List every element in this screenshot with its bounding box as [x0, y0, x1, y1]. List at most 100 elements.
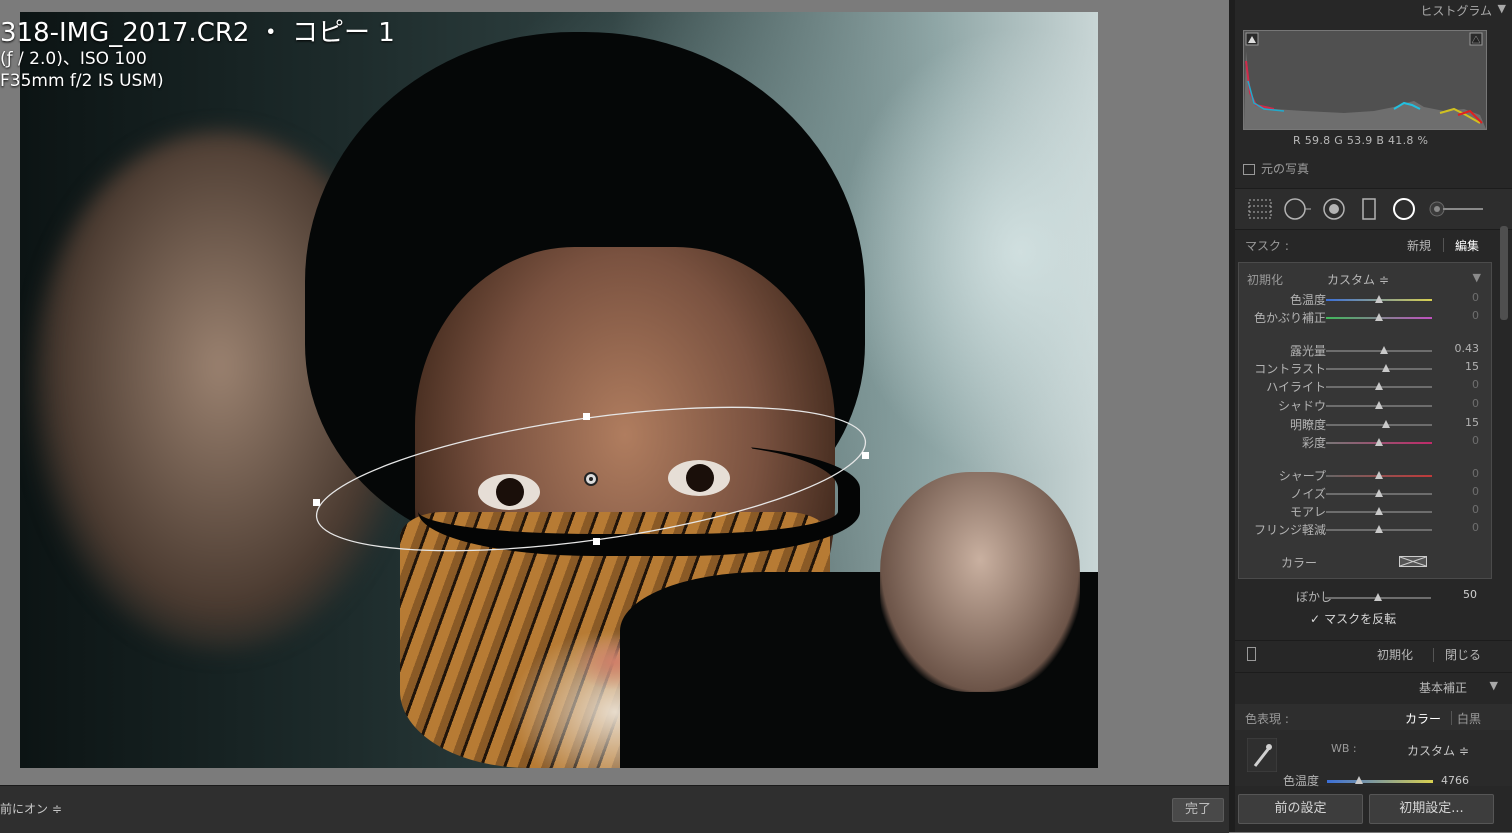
slider-track[interactable]: [1326, 525, 1432, 533]
radial-filter-icon[interactable]: [1391, 197, 1417, 221]
slider-value[interactable]: 0: [1472, 521, 1479, 534]
effect-collapse-icon[interactable]: ▼: [1473, 271, 1481, 284]
slider-thumb[interactable]: [1375, 471, 1383, 479]
slider-value[interactable]: 0: [1472, 467, 1479, 480]
temp-slider-thumb[interactable]: [1355, 776, 1363, 784]
radial-handle-top[interactable]: [583, 413, 590, 420]
done-button[interactable]: 完了: [1172, 798, 1224, 822]
original-photo-checkbox[interactable]: [1243, 164, 1255, 175]
feather-slider[interactable]: [1325, 593, 1431, 601]
slider-thumb[interactable]: [1375, 313, 1383, 321]
mask-close-button[interactable]: 閉じる: [1445, 646, 1481, 663]
adjustment-brush-icon[interactable]: [1427, 197, 1487, 221]
effect-label: 初期化: [1247, 273, 1284, 287]
temp-slider[interactable]: [1327, 776, 1433, 784]
invert-mask-row[interactable]: ✓ マスクを反転: [1310, 610, 1396, 627]
slider-value[interactable]: 15: [1465, 360, 1479, 373]
slider-thumb[interactable]: [1375, 525, 1383, 533]
treatment-color-option[interactable]: カラー: [1405, 710, 1441, 727]
eyedropper-icon[interactable]: [1247, 738, 1277, 772]
slider-thumb[interactable]: [1375, 489, 1383, 497]
slider-thumb[interactable]: [1375, 438, 1383, 446]
radial-adjustments: 初期化 カスタム ≑ ▼ 色温度 0 色かぶり補正 0 露光量 0.43 コントラスト 15 ハ…: [1238, 262, 1492, 579]
slider-value[interactable]: 0: [1472, 485, 1479, 498]
slider-thumb[interactable]: [1382, 420, 1390, 428]
effect-preset-select[interactable]: カスタム ≑: [1327, 271, 1389, 288]
slider-value[interactable]: 0: [1472, 503, 1479, 516]
radial-handle-right[interactable]: [862, 452, 869, 459]
reset-defaults-button[interactable]: 初期設定...: [1369, 794, 1494, 824]
slider-track[interactable]: [1326, 401, 1432, 409]
photo-exposure: (ƒ / 2.0)、ISO 100: [0, 49, 147, 69]
overlay-toggle-select[interactable]: 前にオン ≑: [0, 800, 62, 817]
slider-row: コントラスト 15: [1239, 360, 1491, 378]
histogram-graph[interactable]: [1243, 30, 1487, 130]
feather-value[interactable]: 50: [1463, 588, 1477, 601]
slider-thumb[interactable]: [1375, 401, 1383, 409]
radial-handle-bottom[interactable]: [593, 538, 600, 545]
original-photo-toggle[interactable]: 元の写真: [1243, 160, 1309, 177]
invert-mask-label: マスクを反転: [1324, 612, 1397, 626]
slider-row: 色かぶり補正 0: [1239, 309, 1491, 327]
slider-value[interactable]: 15: [1465, 416, 1479, 429]
mask-new-button[interactable]: 新規: [1407, 237, 1431, 254]
image-canvas[interactable]: 318-IMG_2017.CR2 ・ コピー 1 (ƒ / 2.0)、ISO 1…: [0, 0, 1229, 785]
slider-thumb[interactable]: [1380, 346, 1388, 354]
panel-scrollbar[interactable]: [1500, 226, 1508, 320]
slider-track[interactable]: [1326, 346, 1432, 354]
slider-label: モアレ: [1289, 505, 1326, 519]
slider-row: 露光量 0.43: [1239, 342, 1491, 360]
radial-filter-overlay[interactable]: [0, 0, 1229, 785]
slider-track[interactable]: [1326, 313, 1432, 321]
feather-slider-thumb[interactable]: [1374, 593, 1382, 601]
slider-thumb[interactable]: [1382, 364, 1390, 372]
graduated-filter-icon[interactable]: [1359, 197, 1379, 221]
mask-footer: 初期化 閉じる: [1235, 640, 1512, 669]
mask-toggle-switch[interactable]: [1247, 647, 1256, 661]
slider-label: 色かぶり補正: [1253, 311, 1326, 325]
mask-row: マスク : 新規 編集: [1235, 230, 1512, 260]
basic-collapse-icon[interactable]: ▼: [1490, 679, 1498, 692]
histogram-luminance: [1244, 51, 1486, 129]
slider-label: ノイズ: [1290, 487, 1326, 501]
invert-mask-checkbox[interactable]: ✓: [1310, 612, 1320, 626]
wb-select[interactable]: カスタム ≑: [1407, 742, 1469, 759]
basic-panel-title[interactable]: 基本補正: [1419, 679, 1467, 696]
basic-panel-header[interactable]: 基本補正 ▼: [1235, 672, 1512, 701]
slider-thumb[interactable]: [1375, 295, 1383, 303]
mask-reset-button[interactable]: 初期化: [1377, 646, 1413, 663]
red-eye-icon[interactable]: [1321, 197, 1347, 221]
slider-label: フリンジ軽減: [1253, 523, 1326, 537]
slider-value[interactable]: 0: [1472, 397, 1479, 410]
color-swatch[interactable]: [1399, 556, 1427, 567]
histogram-title[interactable]: ヒストグラム: [1420, 2, 1492, 19]
previous-settings-button[interactable]: 前の設定: [1238, 794, 1363, 824]
slider-track[interactable]: [1326, 438, 1432, 446]
slider-track[interactable]: [1326, 364, 1432, 372]
treatment-label: 色表現 :: [1245, 712, 1289, 726]
mask-label: マスク :: [1245, 239, 1289, 253]
temp-value[interactable]: 4766: [1441, 774, 1469, 787]
slider-track[interactable]: [1326, 489, 1432, 497]
slider-thumb[interactable]: [1375, 382, 1383, 390]
slider-track[interactable]: [1326, 420, 1432, 428]
photo-filename: 318-IMG_2017.CR2 ・ コピー 1: [0, 18, 395, 48]
slider-track[interactable]: [1326, 295, 1432, 303]
treatment-bw-option[interactable]: 白黒: [1457, 710, 1481, 727]
slider-thumb[interactable]: [1375, 507, 1383, 515]
slider-value[interactable]: 0: [1472, 309, 1479, 322]
spot-removal-icon[interactable]: [1283, 197, 1313, 221]
slider-track[interactable]: [1326, 471, 1432, 479]
slider-value[interactable]: 0: [1472, 378, 1479, 391]
histogram-collapse-icon[interactable]: ▼: [1498, 2, 1506, 15]
slider-value[interactable]: 0.43: [1455, 342, 1480, 355]
slider-track[interactable]: [1326, 507, 1432, 515]
crop-overlay-icon[interactable]: [1247, 197, 1273, 221]
footer-separator: [1433, 648, 1434, 662]
slider-value[interactable]: 0: [1472, 291, 1479, 304]
mask-edit-button[interactable]: 編集: [1455, 237, 1479, 254]
slider-value[interactable]: 0: [1472, 434, 1479, 447]
radial-handle-left[interactable]: [313, 499, 320, 506]
slider-track[interactable]: [1326, 382, 1432, 390]
photo-lens: F35mm f/2 IS USM): [0, 71, 164, 91]
